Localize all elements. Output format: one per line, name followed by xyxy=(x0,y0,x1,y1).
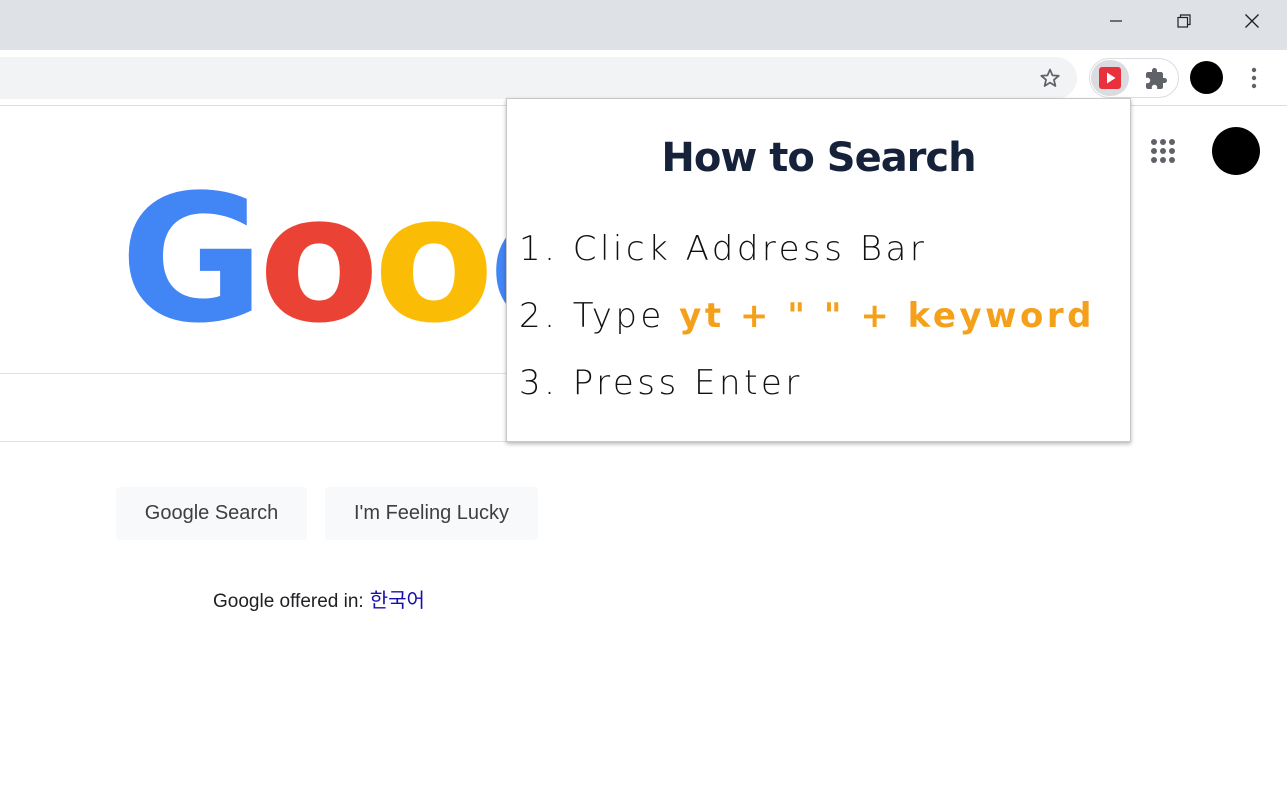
minimize-button[interactable] xyxy=(1093,0,1139,42)
bookmark-button[interactable] xyxy=(1033,61,1067,95)
google-apps-button[interactable] xyxy=(1145,133,1181,169)
step-2-text: 2. Type xyxy=(519,296,680,336)
close-icon xyxy=(1245,14,1259,28)
step-2-keyword: yt + " " + keyword xyxy=(679,296,1095,336)
logo-letter: G xyxy=(120,157,264,362)
youtube-play-icon xyxy=(1099,67,1121,89)
account-avatar[interactable] xyxy=(1212,127,1260,175)
step-1: 1. Click Address Bar xyxy=(519,229,928,269)
offered-in-languages: Google offered in: 한국어 xyxy=(213,584,425,613)
language-link-korean[interactable]: 한국어 xyxy=(370,590,425,612)
offered-in-label: Google offered in: xyxy=(213,591,364,612)
logo-letter: o xyxy=(373,157,494,362)
restore-button[interactable] xyxy=(1161,0,1207,42)
kebab-menu-icon xyxy=(1251,67,1257,89)
apps-grid-icon xyxy=(1151,139,1175,163)
browser-titlebar xyxy=(0,0,1287,50)
search-box-top-border xyxy=(0,373,520,374)
minimize-icon xyxy=(1110,20,1122,22)
search-box-bottom-border xyxy=(0,441,520,442)
how-to-search-popup: How to Search 1. Click Address Bar 2. Ty… xyxy=(506,98,1131,442)
extensions-button[interactable] xyxy=(1140,63,1172,95)
address-bar[interactable] xyxy=(0,57,1077,99)
popup-title: How to Search xyxy=(661,135,976,181)
step-2: 2. Type yt + " " + keyword xyxy=(519,296,1095,336)
extensions-area xyxy=(1089,58,1179,98)
puzzle-icon xyxy=(1146,68,1167,89)
step-3: 3. Press Enter xyxy=(519,363,803,403)
browser-menu-button[interactable] xyxy=(1238,61,1270,95)
profile-avatar[interactable] xyxy=(1190,61,1223,94)
feeling-lucky-button[interactable]: I'm Feeling Lucky xyxy=(325,487,538,540)
youtube-search-extension-button[interactable] xyxy=(1091,60,1129,96)
close-button[interactable] xyxy=(1229,0,1275,42)
google-search-button[interactable]: Google Search xyxy=(116,487,307,540)
logo-letter: o xyxy=(258,157,379,362)
restore-icon xyxy=(1177,14,1191,28)
star-icon xyxy=(1040,68,1060,87)
